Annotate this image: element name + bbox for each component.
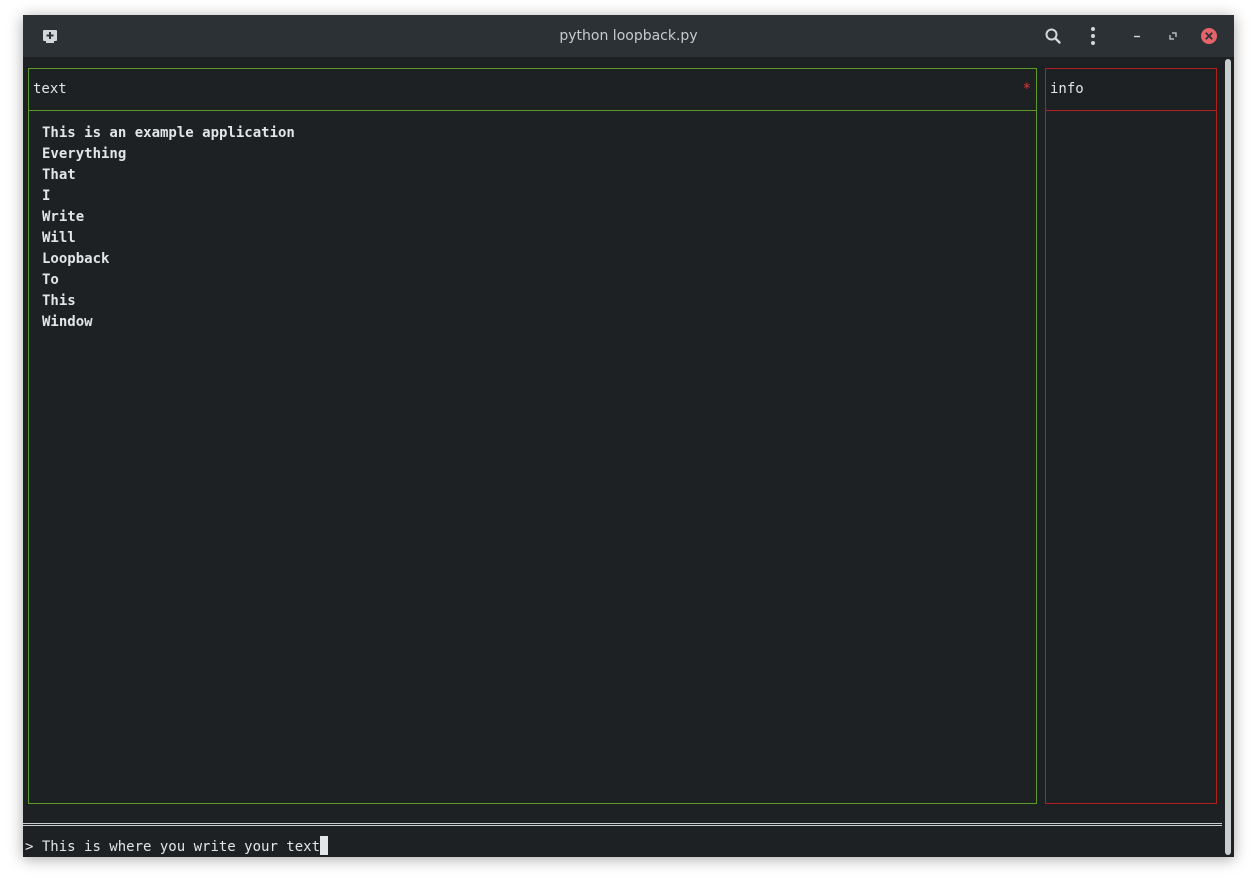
command-input[interactable]: > This is where you write your text bbox=[25, 836, 329, 857]
input-value[interactable]: This is where you write your text bbox=[42, 839, 320, 855]
text-line: This bbox=[42, 293, 76, 309]
search-icon[interactable] bbox=[1043, 26, 1063, 46]
info-panel: info bbox=[1045, 68, 1217, 804]
text-panel-label: text bbox=[33, 81, 67, 97]
close-icon[interactable] bbox=[1199, 26, 1219, 46]
terminal-window: python loopback.py text * This is an exa… bbox=[23, 15, 1234, 857]
text-line: That bbox=[42, 167, 76, 183]
new-tab-icon[interactable] bbox=[40, 26, 60, 46]
text-line: Loopback bbox=[42, 251, 110, 267]
text-line: Will bbox=[42, 230, 76, 246]
text-line: This is an example application bbox=[42, 125, 295, 141]
info-panel-label: info bbox=[1050, 81, 1084, 97]
title-bar: python loopback.py bbox=[23, 15, 1234, 57]
text-panel: text * This is an example application Ev… bbox=[28, 68, 1037, 804]
modified-marker: * bbox=[1022, 81, 1031, 97]
input-divider bbox=[23, 823, 1222, 824]
terminal-area[interactable]: text * This is an example application Ev… bbox=[23, 57, 1222, 857]
text-line: To bbox=[42, 272, 59, 288]
text-line: Everything bbox=[42, 146, 127, 162]
minimize-icon[interactable] bbox=[1127, 26, 1147, 46]
text-line: Window bbox=[42, 314, 93, 330]
kebab-menu-icon[interactable] bbox=[1083, 26, 1103, 46]
scrollbar-thumb[interactable] bbox=[1225, 59, 1231, 855]
scrollbar[interactable] bbox=[1222, 57, 1234, 857]
text-line: I bbox=[42, 188, 51, 204]
input-divider bbox=[23, 825, 1222, 826]
restore-icon[interactable] bbox=[1163, 26, 1183, 46]
info-panel-header: info bbox=[1046, 69, 1216, 111]
text-cursor bbox=[320, 836, 329, 855]
prompt-symbol: > bbox=[25, 839, 34, 855]
text-line: Write bbox=[42, 209, 85, 225]
text-lines: This is an example application Everythin… bbox=[42, 123, 295, 333]
text-panel-header: text * bbox=[29, 69, 1036, 111]
